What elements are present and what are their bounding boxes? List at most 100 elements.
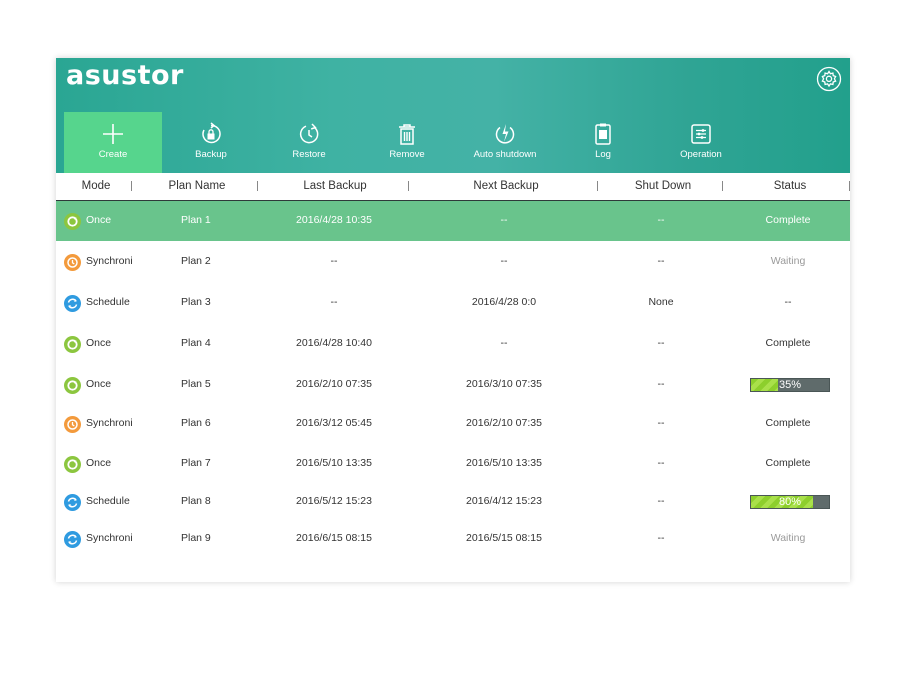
plan-name-cell: Plan 1 <box>181 214 211 226</box>
column-separator[interactable] <box>408 181 409 191</box>
next-backup-cell: 2016/5/10 13:35 <box>466 457 542 469</box>
status-cell: Waiting <box>770 255 806 267</box>
toolbar-remove-button[interactable]: Remove <box>358 112 456 173</box>
next-backup-cell: 2016/4/12 15:23 <box>466 495 542 507</box>
table-row[interactable]: Synchroni Plan 9 2016/6/15 08:15 2016/5/15 … <box>56 519 850 559</box>
next-backup-cell: -- <box>500 255 508 267</box>
last-backup-cell: 2016/3/12 05:45 <box>296 417 372 429</box>
operation-icon <box>691 124 711 144</box>
last-backup-cell: 2016/4/28 10:35 <box>296 214 372 226</box>
trash-icon <box>399 124 415 145</box>
toolbar-auto-shutdown-button[interactable]: Auto shutdown <box>456 112 554 173</box>
table-row[interactable]: Schedule Plan 3 -- 2016/4/28 0:0 None -- <box>56 283 850 323</box>
status-cell: Complete <box>765 337 811 349</box>
last-backup-cell: 2016/5/10 13:35 <box>296 457 372 469</box>
backup-window: asustor Create Backup Restore Remove Auto sh… <box>56 58 850 582</box>
column-separator[interactable] <box>131 181 132 191</box>
table-row[interactable]: Once Plan 5 2016/2/10 07:35 2016/3/10 07:35… <box>56 365 850 405</box>
power-icon <box>495 124 515 144</box>
shutdown-cell: -- <box>657 532 665 544</box>
gear-icon[interactable] <box>816 66 842 92</box>
schedule-icon <box>64 530 81 548</box>
status-cell: Complete <box>765 417 811 429</box>
shutdown-cell: -- <box>657 214 665 226</box>
shutdown-cell: None <box>648 296 674 308</box>
shutdown-cell: -- <box>657 378 665 390</box>
next-backup-cell: -- <box>500 337 508 349</box>
header-bar: asustor Create Backup Restore Remove Auto sh… <box>56 58 850 173</box>
mode-cell: Synchroni <box>86 532 133 544</box>
column-separator[interactable] <box>849 181 850 191</box>
table-row[interactable]: Synchroni Plan 2 -- -- -- Waiting <box>56 242 850 282</box>
toolbar: Create Backup Restore Remove Auto shutdown Lo… <box>64 112 850 173</box>
mode-cell: Schedule <box>86 296 130 308</box>
toolbar-label: Create <box>98 149 128 160</box>
status-cell: -- <box>784 296 792 308</box>
shutdown-cell: -- <box>657 495 665 507</box>
plan-name-cell: Plan 6 <box>181 417 211 429</box>
table-row[interactable]: Once Plan 4 2016/4/28 10:40 -- -- Complete <box>56 324 850 364</box>
toolbar-label: Backup <box>195 149 227 160</box>
mode-cell: Schedule <box>86 495 130 507</box>
progress-bar: 35% <box>750 378 830 392</box>
plan-name-cell: Plan 5 <box>181 378 211 390</box>
once-icon <box>64 455 81 473</box>
plan-name-cell: Plan 7 <box>181 457 211 469</box>
once-icon <box>64 212 81 230</box>
mode-cell: Synchroni <box>86 255 133 267</box>
log-icon <box>595 123 611 145</box>
toolbar-label: Restore <box>292 149 326 160</box>
schedule-icon <box>64 294 81 312</box>
table-header: Mode Plan Name Last Backup Next Backup Shut … <box>56 173 850 201</box>
next-backup-cell: 2016/4/28 0:0 <box>471 296 537 308</box>
column-header-mode[interactable]: Mode <box>82 180 111 192</box>
toolbar-label: Remove <box>389 149 425 160</box>
last-backup-cell: -- <box>330 255 338 267</box>
last-backup-cell: -- <box>330 296 338 308</box>
plan-name-cell: Plan 2 <box>181 255 211 267</box>
plan-name-cell: Plan 8 <box>181 495 211 507</box>
once-icon <box>64 376 81 394</box>
column-header-plan-name[interactable]: Plan Name <box>169 180 226 192</box>
table-row[interactable]: Once Plan 7 2016/5/10 13:35 2016/5/10 13:35… <box>56 444 850 484</box>
column-header-next-backup[interactable]: Next Backup <box>473 180 538 192</box>
synchroni-icon <box>64 415 81 433</box>
toolbar-create-button[interactable]: Create <box>64 112 162 173</box>
toolbar-restore-button[interactable]: Restore <box>260 112 358 173</box>
schedule-icon <box>64 493 81 511</box>
plan-name-cell: Plan 9 <box>181 532 211 544</box>
column-separator[interactable] <box>722 181 723 191</box>
once-icon <box>64 335 81 353</box>
shutdown-cell: -- <box>657 255 665 267</box>
column-separator[interactable] <box>257 181 258 191</box>
mode-cell: Once <box>86 378 112 390</box>
progress-text: 80% <box>778 496 802 508</box>
table-row[interactable]: Once Plan 1 2016/4/28 10:35 -- -- Complete <box>56 201 850 241</box>
status-cell: Complete <box>765 214 811 226</box>
mode-cell: Once <box>86 214 112 226</box>
column-header-last-backup[interactable]: Last Backup <box>303 180 366 192</box>
column-header-shut-down[interactable]: Shut Down <box>635 180 691 192</box>
table-row[interactable]: Synchroni Plan 6 2016/3/12 05:45 2016/2/10 … <box>56 404 850 444</box>
shutdown-cell: -- <box>657 417 665 429</box>
shutdown-cell: -- <box>657 337 665 349</box>
toolbar-log-button[interactable]: Log <box>554 112 652 173</box>
plan-name-cell: Plan 4 <box>181 337 211 349</box>
toolbar-label: Auto shutdown <box>473 149 537 160</box>
synchroni-icon <box>64 253 81 271</box>
progress-text: 35% <box>778 379 802 391</box>
asustor-logo: asustor <box>66 60 184 91</box>
column-separator[interactable] <box>597 181 598 191</box>
column-header-status[interactable]: Status <box>774 180 807 192</box>
plan-name-cell: Plan 3 <box>181 296 211 308</box>
restore-icon <box>299 123 319 144</box>
toolbar-operation-button[interactable]: Operation <box>652 112 750 173</box>
shutdown-cell: -- <box>657 457 665 469</box>
status-cell: Complete <box>765 457 811 469</box>
next-backup-cell: 2016/2/10 07:35 <box>466 417 542 429</box>
backup-lock-icon <box>202 122 221 144</box>
last-backup-cell: 2016/5/12 15:23 <box>296 495 372 507</box>
toolbar-backup-button[interactable]: Backup <box>162 112 260 173</box>
last-backup-cell: 2016/6/15 08:15 <box>296 532 372 544</box>
table-row[interactable]: Schedule Plan 8 2016/5/12 15:23 2016/4/12 1… <box>56 482 850 522</box>
